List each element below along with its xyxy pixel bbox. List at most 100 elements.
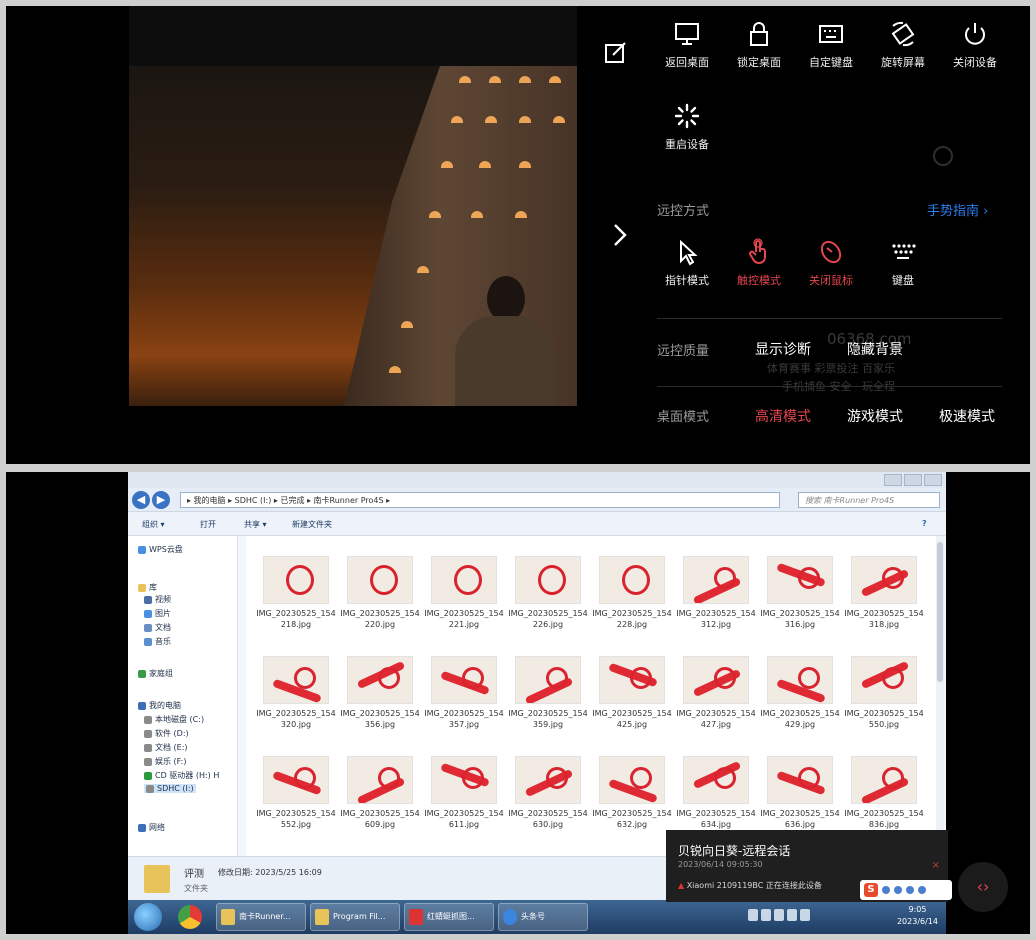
file-thumbnail[interactable]: IMG_20230525_154356.jpg xyxy=(338,656,422,730)
file-thumbnail[interactable]: IMG_20230525_154634.jpg xyxy=(674,756,758,830)
browser-icon[interactable] xyxy=(178,905,202,929)
share-menu[interactable]: 共享 ▾ xyxy=(244,519,267,530)
file-thumbnail[interactable]: IMG_20230525_154220.jpg xyxy=(338,556,422,630)
file-thumbnail[interactable]: IMG_20230525_154425.jpg xyxy=(590,656,674,730)
new-folder-button[interactable]: 新建文件夹 xyxy=(292,519,332,530)
close-icon[interactable]: × xyxy=(932,860,940,871)
sidebar-item[interactable]: 视频 xyxy=(144,594,171,605)
speed-mode-option[interactable]: 极速模式 xyxy=(939,406,995,426)
edit-icon[interactable] xyxy=(603,40,629,66)
selected-item-name: 评测 xyxy=(184,869,204,880)
file-thumbnail[interactable]: IMG_20230525_154228.jpg xyxy=(590,556,674,630)
scroll-thumb[interactable] xyxy=(937,542,943,682)
pointer-mode-button[interactable]: 指针模式 xyxy=(649,238,725,288)
file-thumbnail[interactable]: IMG_20230525_154632.jpg xyxy=(590,756,674,830)
back-arrow-icon[interactable]: ◀ xyxy=(132,491,150,509)
sidebar-item[interactable]: 库 xyxy=(138,582,157,593)
close-button[interactable] xyxy=(924,474,942,486)
taskbar-clock[interactable]: 9:05 2023/6/14 xyxy=(897,904,938,928)
taskbar-item[interactable]: Program Fil... xyxy=(310,903,400,931)
vertical-scrollbar[interactable] xyxy=(936,536,944,856)
file-thumbnail[interactable]: IMG_20230525_154552.jpg xyxy=(254,756,338,830)
show-diagnosis-option[interactable]: 显示诊断 xyxy=(755,339,811,359)
file-thumbnail[interactable]: IMG_20230525_154318.jpg xyxy=(842,556,926,630)
hd-mode-option[interactable]: 高清模式 xyxy=(755,406,811,426)
input-method-bar[interactable]: S xyxy=(860,880,952,900)
sidebar-item-label: 我的电脑 xyxy=(149,701,181,710)
return-desktop-button[interactable]: 返回桌面 xyxy=(649,20,725,70)
taskbar: 南卡Runner... Program Fil... 红蜻蜓抓图... 头条号 … xyxy=(128,900,946,934)
tray-icon[interactable] xyxy=(761,909,771,921)
disable-mouse-button[interactable]: 关闭鼠标 xyxy=(793,238,869,288)
lock-desktop-button[interactable]: 锁定桌面 xyxy=(721,20,797,70)
sidebar-item[interactable]: 娱乐 (F:) xyxy=(144,756,186,767)
taskbar-item[interactable]: 红蜻蜓抓图... xyxy=(404,903,494,931)
gesture-guide-link[interactable]: 手势指南 › xyxy=(927,200,988,219)
start-button[interactable] xyxy=(134,903,162,931)
taskbar-item[interactable]: 头条号 xyxy=(498,903,588,931)
sogou-icon: S xyxy=(864,883,878,897)
address-bar-row: ◀ ▶ ▸ 我的电脑 ▸ SDHC (I:) ▸ 已完成 ▸ 南卡Runner … xyxy=(128,488,946,512)
image-preview xyxy=(347,556,413,604)
rotate-screen-button[interactable]: 旋转屏幕 xyxy=(865,20,941,70)
tray-icon[interactable] xyxy=(748,909,758,921)
sidebar-item[interactable]: 家庭组 xyxy=(138,668,173,679)
address-bar[interactable]: ▸ 我的电脑 ▸ SDHC (I:) ▸ 已完成 ▸ 南卡Runner Pro4… xyxy=(180,492,780,508)
chevron-right-icon[interactable] xyxy=(611,222,629,248)
hide-background-option[interactable]: 隐藏背景 xyxy=(847,339,903,359)
tray-icon[interactable] xyxy=(800,909,810,921)
open-button[interactable]: 打开 xyxy=(200,519,216,530)
forward-arrow-icon[interactable]: ▶ xyxy=(152,491,170,509)
sidebar-item[interactable]: 本地磁盘 (C:) xyxy=(144,714,204,725)
sidebar-item[interactable]: CD 驱动器 (H:) H xyxy=(144,770,219,781)
sidebar-item[interactable]: 文档 (E:) xyxy=(144,742,188,753)
file-thumbnail[interactable]: IMG_20230525_154357.jpg xyxy=(422,656,506,730)
image-preview xyxy=(431,656,497,704)
sidebar-item[interactable]: 网络 xyxy=(138,822,165,833)
cursor-ghost-icon xyxy=(933,146,953,166)
remote-control-menu: 返回桌面 锁定桌面 自定键盘 旋转屏幕 关闭设备 重启设备 远控方式 手势指南 … xyxy=(577,6,1030,464)
game-mode-option[interactable]: 游戏模式 xyxy=(847,406,903,426)
file-thumbnail[interactable]: IMG_20230525_154427.jpg xyxy=(674,656,758,730)
shutdown-device-button[interactable]: 关闭设备 xyxy=(937,20,1013,70)
keyboard-mode-button[interactable]: 键盘 xyxy=(865,238,941,288)
video-frame[interactable] xyxy=(129,66,577,406)
tray-icon[interactable] xyxy=(787,909,797,921)
tray-icon[interactable] xyxy=(774,909,784,921)
sidebar-item[interactable]: WPS云盘 xyxy=(138,544,183,555)
file-thumbnail[interactable]: IMG_20230525_154550.jpg xyxy=(842,656,926,730)
file-thumbnail[interactable]: IMG_20230525_154359.jpg xyxy=(506,656,590,730)
image-preview xyxy=(683,656,749,704)
sidebar-item[interactable]: SDHC (I:) xyxy=(144,784,196,793)
sidebar-item[interactable]: 图片 xyxy=(144,608,171,619)
file-thumbnail[interactable]: IMG_20230525_154316.jpg xyxy=(758,556,842,630)
remote-toolbar-toggle-button[interactable]: ‹› xyxy=(958,862,1008,912)
help-icon[interactable]: ? xyxy=(922,519,927,528)
organize-menu[interactable]: 组织 ▾ xyxy=(142,519,165,530)
file-thumbnail[interactable]: IMG_20230525_154221.jpg xyxy=(422,556,506,630)
file-thumbnail[interactable]: IMG_20230525_154429.jpg xyxy=(758,656,842,730)
file-thumbnail[interactable]: IMG_20230525_154609.jpg xyxy=(338,756,422,830)
button-label: 关闭鼠标 xyxy=(809,274,853,287)
search-input[interactable]: 搜索 南卡Runner Pro4S xyxy=(798,492,940,508)
keyboard-dots-icon xyxy=(892,244,916,259)
file-thumbnail[interactable]: IMG_20230525_154218.jpg xyxy=(254,556,338,630)
file-thumbnail[interactable]: IMG_20230525_154636.jpg xyxy=(758,756,842,830)
file-thumbnail[interactable]: IMG_20230525_154320.jpg xyxy=(254,656,338,730)
taskbar-item[interactable]: 南卡Runner... xyxy=(216,903,306,931)
restart-device-button[interactable]: 重启设备 xyxy=(649,102,725,152)
minimize-button[interactable] xyxy=(884,474,902,486)
sidebar-item[interactable]: 文档 xyxy=(144,622,171,633)
sidebar-item[interactable]: 软件 (D:) xyxy=(144,728,189,739)
sidebar-item[interactable]: 我的电脑 xyxy=(138,700,181,711)
file-thumbnail[interactable]: IMG_20230525_154226.jpg xyxy=(506,556,590,630)
drive-icon xyxy=(138,583,146,592)
sidebar-item[interactable]: 音乐 xyxy=(144,636,171,647)
maximize-button[interactable] xyxy=(904,474,922,486)
file-thumbnail[interactable]: IMG_20230525_154630.jpg xyxy=(506,756,590,830)
file-thumbnail[interactable]: IMG_20230525_154836.jpg xyxy=(842,756,926,830)
file-thumbnail[interactable]: IMG_20230525_154312.jpg xyxy=(674,556,758,630)
custom-keyboard-button[interactable]: 自定键盘 xyxy=(793,20,869,70)
touch-mode-button[interactable]: 触控模式 xyxy=(721,238,797,288)
file-thumbnail[interactable]: IMG_20230525_154611.jpg xyxy=(422,756,506,830)
